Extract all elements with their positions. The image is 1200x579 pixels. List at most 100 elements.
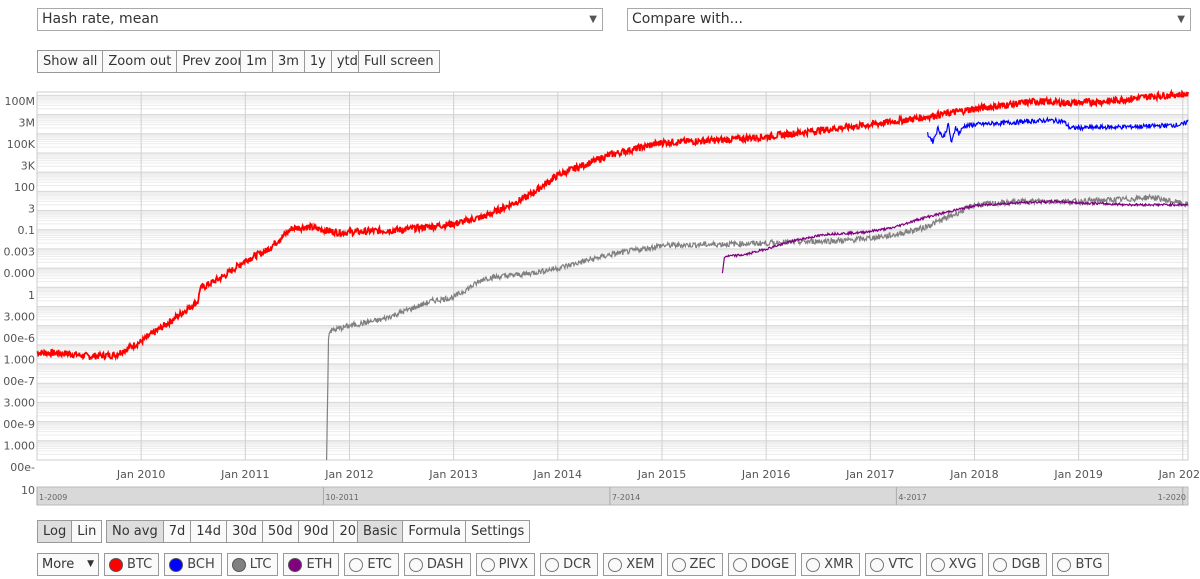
coin-color-dot-icon bbox=[930, 557, 945, 572]
coin-label: VTC bbox=[888, 557, 914, 572]
coin-toggle-dash[interactable]: DASH bbox=[403, 553, 471, 576]
coin-label: BTC bbox=[127, 557, 153, 572]
coin-toggle-dgb[interactable]: DGB bbox=[988, 553, 1048, 576]
coin-label: DGB bbox=[1011, 557, 1041, 572]
coin-toggle-vtc[interactable]: VTC bbox=[865, 553, 921, 576]
y-tick-label: 1.000 bbox=[4, 439, 36, 452]
coin-color-dot-icon bbox=[288, 557, 303, 572]
y-tick-label: 0.000 bbox=[4, 267, 36, 280]
coin-toggle-xmr[interactable]: XMR bbox=[801, 553, 861, 576]
coin-color-dot-icon bbox=[993, 557, 1008, 572]
coin-toggle-xvg[interactable]: XVG bbox=[925, 553, 984, 576]
coin-toggle-eth[interactable]: ETH bbox=[283, 553, 340, 576]
metric-select-value: Hash rate, mean bbox=[42, 11, 159, 27]
avg-90d-button[interactable]: 90d bbox=[297, 520, 335, 543]
y-tick-label: 100K bbox=[7, 138, 36, 151]
hash-rate-chart[interactable]: 100M 3M 100K 3K 100 3 0.1 0.003 0.000 1 3.000 00e-6… bbox=[0, 84, 1200, 507]
coin-toggle-pivx[interactable]: PIVX bbox=[475, 553, 536, 576]
avg-14d-button[interactable]: 14d bbox=[190, 520, 228, 543]
coin-toggle-dcr[interactable]: DCR bbox=[540, 553, 599, 576]
lin-scale-button[interactable]: Lin bbox=[71, 520, 103, 543]
coin-toggle-bch[interactable]: BCH bbox=[164, 553, 222, 576]
coin-label: PIVX bbox=[498, 557, 529, 572]
log-scale-button[interactable]: Log bbox=[37, 520, 73, 543]
settings-button[interactable]: Settings bbox=[465, 520, 531, 543]
no-avg-button[interactable]: No avg bbox=[106, 520, 164, 543]
y-tick-label: 3M bbox=[19, 117, 36, 130]
avg-50d-button[interactable]: 50d bbox=[261, 520, 299, 543]
more-select-value: More bbox=[42, 557, 75, 572]
chart-grid bbox=[36, 91, 1189, 461]
x-tick-label: Jan 2013 bbox=[428, 468, 477, 481]
zoom-out-button[interactable]: Zoom out bbox=[102, 50, 178, 73]
full-screen-button[interactable]: Full screen bbox=[358, 50, 440, 73]
coin-color-dot-icon bbox=[671, 557, 686, 572]
zoom-button-group: Show all Zoom out Prev zoom bbox=[37, 50, 257, 73]
range-1m-button[interactable]: 1m bbox=[240, 50, 273, 73]
coin-toggle-doge[interactable]: DOGE bbox=[727, 553, 797, 576]
chevron-down-icon: ▼ bbox=[589, 14, 597, 25]
coin-color-dot-icon bbox=[109, 557, 123, 572]
x-tick-label: Jan 2014 bbox=[533, 468, 582, 481]
coin-color-dot-icon bbox=[732, 557, 747, 572]
coin-color-dot-icon bbox=[608, 557, 623, 572]
x-tick-label: Jan 2018 bbox=[949, 468, 998, 481]
basic-mode-button[interactable]: Basic bbox=[357, 520, 404, 543]
navigator-axis-label: 10 bbox=[21, 484, 35, 497]
coin-color-dot-icon bbox=[870, 557, 885, 572]
coin-label: BTG bbox=[1075, 557, 1103, 572]
y-tick-label: 1.000 bbox=[4, 353, 36, 366]
x-tick-label: Jan 2012 bbox=[324, 468, 373, 481]
navigator-label: 4-2017 bbox=[898, 493, 926, 502]
y-tick-label: 0.1 bbox=[18, 224, 36, 237]
coin-toggle-ltc[interactable]: LTC bbox=[226, 553, 279, 576]
y-tick-label: 3.000 bbox=[4, 310, 36, 323]
x-tick-label: Jan 2015 bbox=[637, 468, 686, 481]
coin-toggle-etc[interactable]: ETC bbox=[344, 553, 399, 576]
y-tick-label: 3 bbox=[28, 203, 35, 216]
coin-color-dot-icon bbox=[349, 557, 364, 572]
formula-mode-button[interactable]: Formula bbox=[402, 520, 467, 543]
x-axis-ticks: Jan 2010 Jan 2011 Jan 2012 Jan 2013 Jan 2014… bbox=[116, 468, 1200, 481]
coin-color-dot-icon bbox=[545, 557, 560, 572]
range-button-group: 1m 3m 1y ytd bbox=[240, 50, 364, 73]
coin-color-dot-icon bbox=[231, 557, 246, 572]
coin-selector-row: More ▼ BTC BCH LTC ETH ETC DASH PIVX DCR XEM ZEC D… bbox=[37, 553, 1110, 576]
coin-label: LTC bbox=[249, 557, 272, 572]
y-tick-label: 0.003 bbox=[4, 246, 36, 259]
x-tick-label: Jan 2011 bbox=[220, 468, 269, 481]
y-tick-label: 100 bbox=[14, 181, 35, 194]
x-tick-label: Jan 2017 bbox=[845, 468, 894, 481]
coin-toggle-zec[interactable]: ZEC bbox=[666, 553, 723, 576]
coin-color-dot-icon bbox=[169, 557, 184, 572]
navigator-label: 7-2014 bbox=[612, 493, 640, 502]
show-all-button[interactable]: Show all bbox=[37, 50, 104, 73]
coin-color-dot-icon bbox=[408, 557, 423, 572]
range-3m-button[interactable]: 3m bbox=[271, 50, 305, 73]
y-tick-label: 00e-9 bbox=[3, 418, 35, 431]
navigator-label: 10-2011 bbox=[325, 493, 358, 502]
more-select[interactable]: More ▼ bbox=[37, 553, 99, 576]
avg-button-group: No avg 7d 14d 30d 50d 90d 200d bbox=[106, 520, 379, 543]
coin-label: BCH bbox=[187, 557, 215, 572]
compare-select[interactable]: Compare with... ▼ bbox=[627, 8, 1191, 31]
avg-7d-button[interactable]: 7d bbox=[162, 520, 192, 543]
settings-group: Settings bbox=[465, 520, 531, 543]
navigator[interactable]: 10 1-2009 10-2011 7-2014 4-2017 1-2020 bbox=[21, 484, 1189, 506]
coin-label: XMR bbox=[824, 557, 854, 572]
coin-toggle-xem[interactable]: XEM bbox=[603, 553, 662, 576]
coin-label: ZEC bbox=[689, 557, 716, 572]
coin-label: DOGE bbox=[750, 557, 790, 572]
y-tick-label: 1 bbox=[28, 289, 35, 302]
navigator-label: 1-2020 bbox=[1158, 493, 1186, 502]
y-tick-label: 100M bbox=[5, 95, 36, 108]
range-1y-button[interactable]: 1y bbox=[303, 50, 332, 73]
coin-toggle-btc[interactable]: BTC bbox=[104, 553, 160, 576]
metric-select[interactable]: Hash rate, mean ▼ bbox=[37, 8, 603, 31]
avg-30d-button[interactable]: 30d bbox=[226, 520, 263, 543]
y-tick-label: 3.000 bbox=[4, 396, 36, 409]
coin-list: BTC BCH LTC ETH ETC DASH PIVX DCR XEM ZEC DOGE XMR V… bbox=[104, 553, 1110, 576]
x-tick-label: Jan 2019 bbox=[1053, 468, 1102, 481]
coin-toggle-btg[interactable]: BTG bbox=[1052, 553, 1110, 576]
coin-color-dot-icon bbox=[480, 557, 495, 572]
